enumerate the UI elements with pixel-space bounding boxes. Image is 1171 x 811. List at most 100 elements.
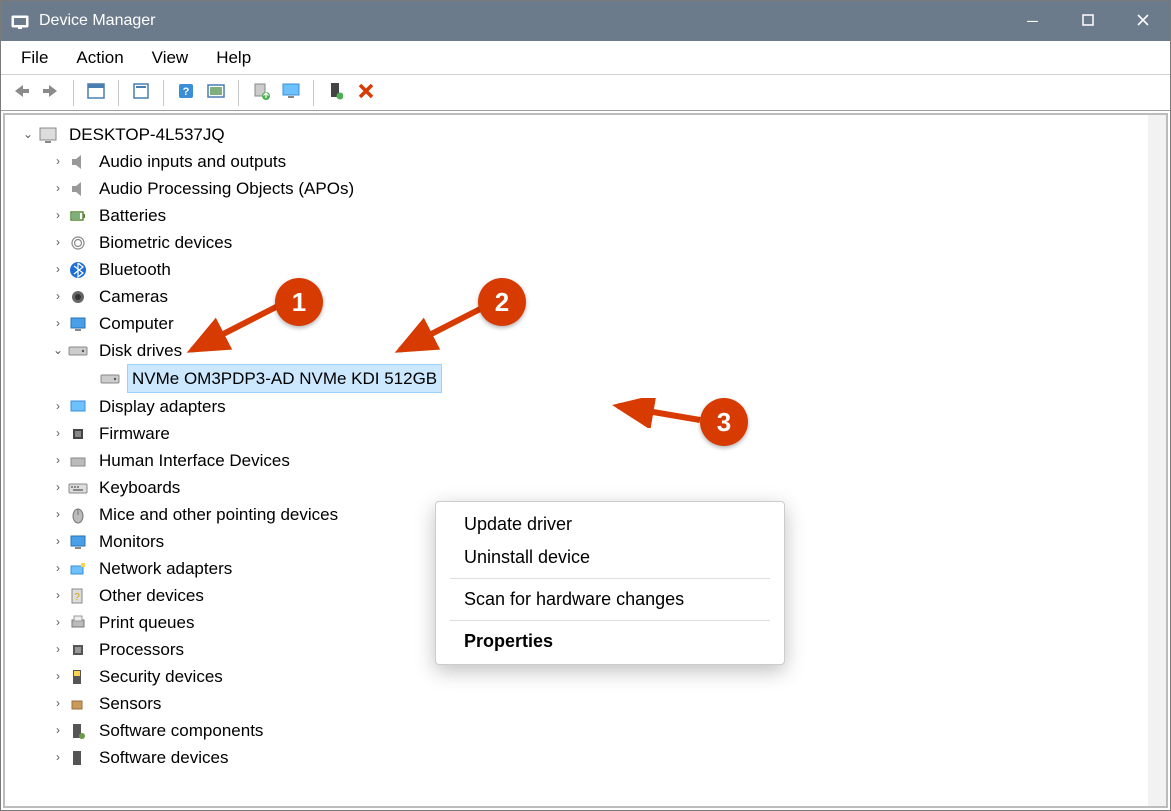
content-area: ⌄ DESKTOP-4L537JQ ›Audio inputs and outp…: [3, 113, 1168, 808]
scrollbar[interactable]: [1148, 115, 1166, 806]
disable-toolbar-button[interactable]: [352, 79, 380, 107]
printer-icon: [67, 612, 89, 634]
sensor-icon: [67, 693, 89, 715]
enable-icon: [329, 82, 343, 104]
chevron-down-icon[interactable]: ⌄: [49, 337, 67, 364]
chevron-right-icon[interactable]: ›: [49, 663, 67, 690]
update-driver-toolbar-button[interactable]: [247, 79, 275, 107]
device-tree[interactable]: ⌄ DESKTOP-4L537JQ ›Audio inputs and outp…: [5, 115, 1148, 806]
hid-icon: [67, 450, 89, 472]
enable-toolbar-button[interactable]: [322, 79, 350, 107]
tree-item-security[interactable]: ›Security devices: [9, 663, 1144, 690]
mouse-icon: [67, 504, 89, 526]
tree-item-label: Software devices: [95, 744, 232, 771]
toolbar-separator: [73, 80, 74, 106]
monitor-icon: [282, 83, 300, 103]
chevron-right-icon[interactable]: ›: [49, 256, 67, 283]
annotation-badge-3: 3: [700, 398, 748, 446]
chevron-down-icon[interactable]: ⌄: [19, 121, 37, 148]
menu-view[interactable]: View: [140, 44, 201, 72]
chevron-right-icon[interactable]: ›: [49, 690, 67, 717]
arrow-right-icon: [41, 83, 61, 103]
close-button[interactable]: [1115, 1, 1170, 41]
window-title: Device Manager: [39, 12, 1005, 30]
ctx-uninstall[interactable]: Uninstall device: [436, 541, 784, 574]
tree-item-firmware[interactable]: ›Firmware: [9, 420, 1144, 447]
help-toolbar-button[interactable]: ?: [172, 79, 200, 107]
toolbar-separator: [238, 80, 239, 106]
minimize-button[interactable]: ─: [1005, 1, 1060, 41]
chevron-right-icon[interactable]: ›: [49, 717, 67, 744]
ctx-separator: [450, 620, 770, 621]
toolbar: ?: [1, 75, 1170, 111]
bluetooth-icon: [67, 259, 89, 281]
menu-action[interactable]: Action: [64, 44, 135, 72]
tree-item-hid[interactable]: ›Human Interface Devices: [9, 447, 1144, 474]
scan-toolbar-button[interactable]: [202, 79, 230, 107]
monitor-icon: [67, 531, 89, 553]
tree-item-sensors[interactable]: › Sensors: [9, 690, 1144, 717]
annotation-arrow-3: [608, 398, 708, 428]
tree-item-label: Disk drives: [95, 337, 186, 364]
tree-item-label: Audio Processing Objects (APOs): [95, 175, 358, 202]
tree-item-label: Network adapters: [95, 555, 236, 582]
chevron-right-icon[interactable]: ›: [49, 420, 67, 447]
chevron-right-icon[interactable]: ›: [49, 744, 67, 771]
chevron-right-icon[interactable]: ›: [49, 474, 67, 501]
chevron-right-icon[interactable]: ›: [49, 447, 67, 474]
chevron-right-icon[interactable]: ›: [49, 501, 67, 528]
tree-root[interactable]: ⌄ DESKTOP-4L537JQ: [9, 121, 1144, 148]
tree-item-soft-devices[interactable]: › Software devices: [9, 744, 1144, 771]
maximize-button[interactable]: [1060, 1, 1115, 41]
help-icon: ?: [178, 83, 194, 103]
tree-item-disk-nvme[interactable]: NVMe OM3PDP3-AD NVMe KDI 512GB: [9, 364, 1144, 393]
chevron-right-icon[interactable]: ›: [49, 636, 67, 663]
uninstall-toolbar-button[interactable]: [277, 79, 305, 107]
tree-item-batteries[interactable]: › Batteries: [9, 202, 1144, 229]
tree-item-bluetooth[interactable]: › Bluetooth: [9, 256, 1144, 283]
chevron-right-icon[interactable]: ›: [49, 283, 67, 310]
chevron-right-icon[interactable]: ›: [49, 148, 67, 175]
tree-item-audio-io[interactable]: ›Audio inputs and outputs: [9, 148, 1144, 175]
menu-file[interactable]: File: [9, 44, 60, 72]
chevron-right-icon[interactable]: ›: [49, 609, 67, 636]
tree-item-label: Keyboards: [95, 474, 184, 501]
device-manager-window: Device Manager ─ File Action View Help ?…: [0, 0, 1171, 811]
chevron-right-icon[interactable]: ›: [49, 393, 67, 420]
toolbar-separator: [163, 80, 164, 106]
disable-icon: [357, 82, 375, 104]
tree-item-display-adapters[interactable]: ›Display adapters: [9, 393, 1144, 420]
ctx-scan-hardware[interactable]: Scan for hardware changes: [436, 583, 784, 616]
tree-item-label: Batteries: [95, 202, 170, 229]
tree-item-label: Print queues: [95, 609, 198, 636]
menu-help[interactable]: Help: [204, 44, 263, 72]
back-button[interactable]: [7, 79, 35, 107]
chevron-right-icon[interactable]: ›: [49, 582, 67, 609]
tree-item-label: Sensors: [95, 690, 165, 717]
tree-item-label: Bluetooth: [95, 256, 175, 283]
disk-drive-icon: [67, 340, 89, 362]
chevron-right-icon[interactable]: ›: [49, 175, 67, 202]
tree-item-audio-apo[interactable]: › Audio Processing Objects (APOs): [9, 175, 1144, 202]
ctx-update-driver[interactable]: Update driver: [436, 508, 784, 541]
annotation-arrow-1: [180, 300, 290, 360]
chevron-right-icon[interactable]: ›: [49, 202, 67, 229]
properties-toolbar-button[interactable]: [127, 79, 155, 107]
chevron-right-icon[interactable]: ›: [49, 229, 67, 256]
camera-icon: [67, 286, 89, 308]
ctx-properties[interactable]: Properties: [436, 625, 784, 658]
tree-item-biometric[interactable]: ›Biometric devices: [9, 229, 1144, 256]
chevron-right-icon[interactable]: ›: [49, 528, 67, 555]
computer-icon: [37, 124, 59, 146]
chevron-right-icon[interactable]: ›: [49, 310, 67, 337]
toolbar-separator: [313, 80, 314, 106]
show-hidden-button[interactable]: [82, 79, 110, 107]
tree-item-keyboards[interactable]: › Keyboards: [9, 474, 1144, 501]
forward-button[interactable]: [37, 79, 65, 107]
tree-item-label: Computer: [95, 310, 178, 337]
menubar: File Action View Help: [1, 41, 1170, 75]
security-icon: [67, 666, 89, 688]
tree-item-soft-components[interactable]: ›Software components: [9, 717, 1144, 744]
tree-item-label: Other devices: [95, 582, 208, 609]
chevron-right-icon[interactable]: ›: [49, 555, 67, 582]
